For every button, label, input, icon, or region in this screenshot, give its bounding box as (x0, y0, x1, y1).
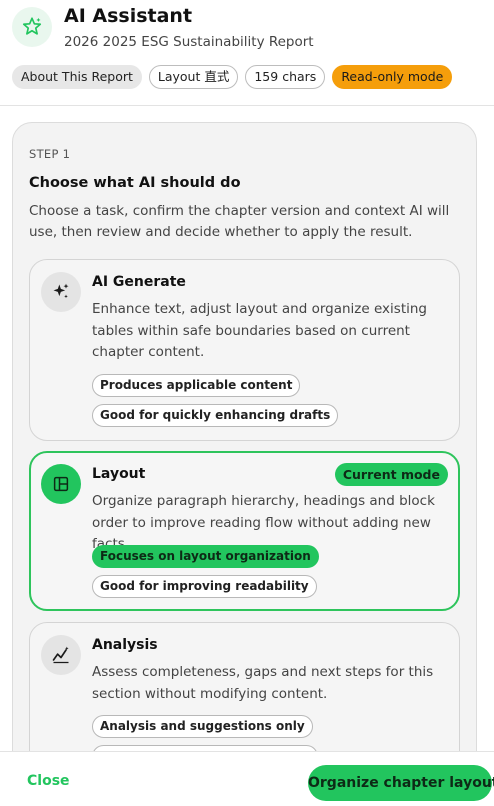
option-title: Layout (92, 466, 146, 482)
option-description: Assess completeness, gaps and next steps… (92, 664, 434, 702)
option-layout[interactable]: Layout Current mode Organize paragraph h… (29, 451, 460, 611)
option-title: Analysis (92, 637, 158, 653)
option-tag: Good for quickly enhancing drafts (92, 404, 339, 427)
option-description: Enhance text, adjust layout and organize… (92, 301, 428, 360)
close-button[interactable]: Close (17, 769, 80, 793)
option-ai-generate[interactable]: AI Generate Enhance text, adjust layout … (29, 259, 460, 441)
organize-layout-button[interactable]: Organize chapter layout (308, 765, 494, 801)
section-chip: About This Report (12, 65, 142, 89)
step-description: Choose a task, confirm the chapter versi… (29, 203, 450, 240)
sparkles-icon (41, 272, 81, 312)
layout-chip: Layout 直式 (148, 65, 239, 89)
current-mode-badge: Current mode (334, 463, 448, 486)
option-tag: Analysis and suggestions only (92, 715, 313, 738)
option-tag: Focuses on layout organization (92, 545, 319, 568)
footer-bar: Close Organize chapter layout (0, 751, 494, 806)
char-count-chip: 159 chars (245, 65, 326, 89)
app-title: AI Assistant (64, 5, 193, 27)
step-label: STEP 1 (29, 147, 71, 161)
option-tag: Produces applicable content (92, 374, 301, 397)
option-title: AI Generate (92, 274, 186, 290)
status-chips: About This Report Layout 直式 159 chars Re… (12, 65, 453, 89)
header: AI Assistant 2026 2025 ESG Sustainabilit… (0, 0, 494, 106)
read-only-badge: Read-only mode (332, 65, 453, 89)
step-title: Choose what AI should do (29, 175, 241, 191)
option-tag: Good for improving readability (92, 575, 317, 598)
trend-analysis-icon (41, 635, 81, 675)
layout-icon (41, 464, 81, 504)
report-name: 2026 2025 ESG Sustainability Report (64, 34, 314, 50)
sparkle-star-icon (12, 7, 52, 47)
task-panel: STEP 1 Choose what AI should do Choose a… (12, 122, 477, 806)
